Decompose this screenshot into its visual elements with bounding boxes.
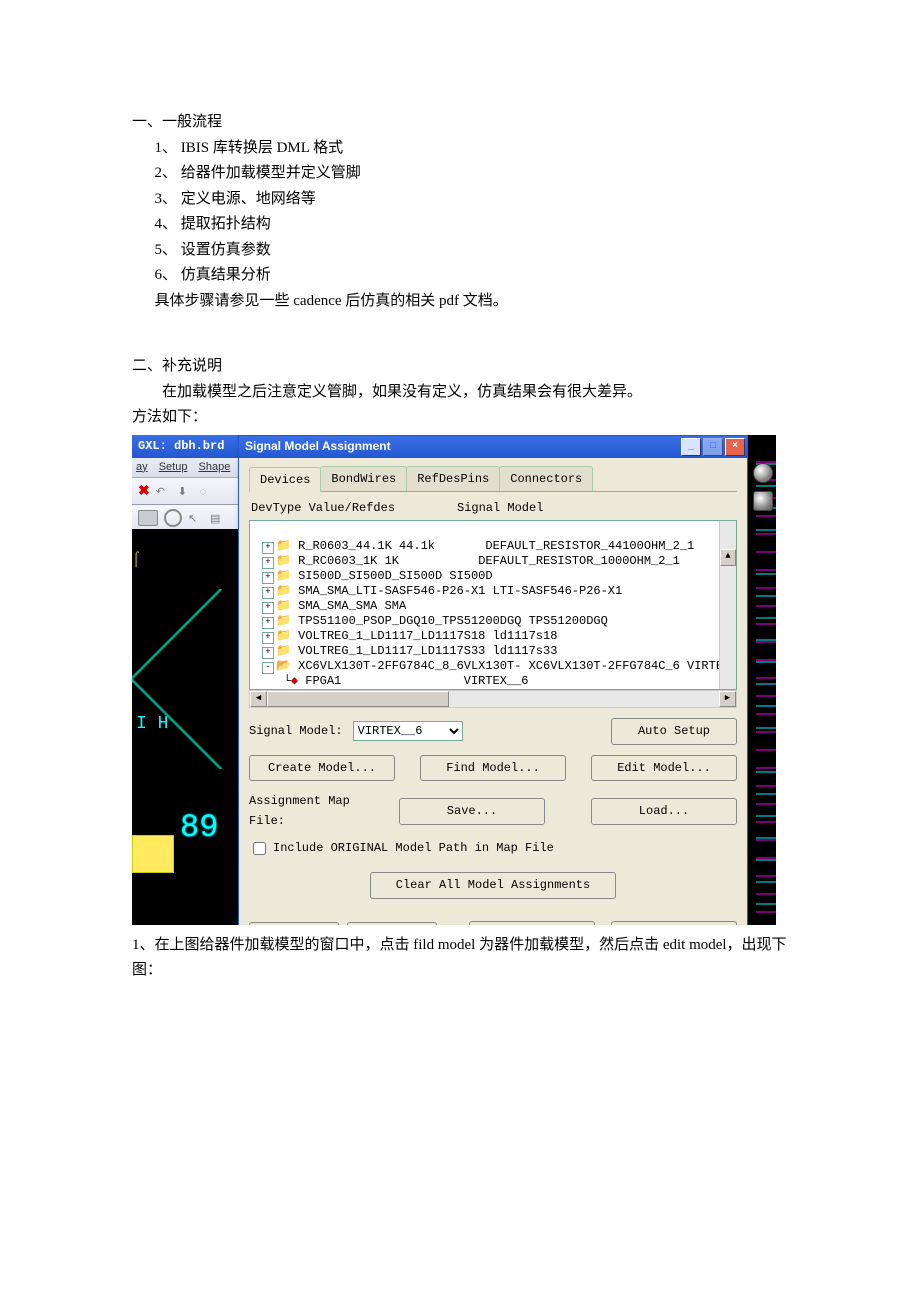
close-icon[interactable]: ✖ bbox=[138, 479, 150, 503]
toolbar-icon[interactable]: ↶ bbox=[156, 483, 172, 499]
device-tree[interactable]: +📁 R_R0603_44.1K 44.1k DEFAULT_RESISTOR_… bbox=[249, 520, 737, 690]
toolbar-icon[interactable]: ◌ bbox=[200, 483, 216, 499]
scroll-up-icon[interactable]: ▲ bbox=[720, 549, 736, 566]
checkbox-label: Include ORIGINAL Model Path in Map File bbox=[273, 838, 554, 858]
cancel-button[interactable]: Cancel bbox=[347, 922, 437, 925]
dialog-titlebar[interactable]: Signal Model Assignment _ □ × bbox=[239, 436, 747, 458]
help-button[interactable]: Help bbox=[611, 921, 737, 925]
heading-2: 二、补充说明 bbox=[132, 354, 790, 380]
canvas-component bbox=[132, 835, 174, 873]
tab-bar: Devices BondWires RefDesPins Connectors bbox=[249, 466, 737, 492]
cursor-icon[interactable]: ↖ bbox=[188, 510, 204, 526]
paragraph: 方法如下： bbox=[132, 405, 790, 431]
column-headers: DevType Value/Refdes Signal Model bbox=[251, 498, 737, 518]
tab-devices[interactable]: Devices bbox=[249, 467, 321, 492]
list-item: 6、 仿真结果分析 bbox=[132, 263, 790, 289]
info-icon[interactable] bbox=[753, 463, 773, 483]
embedded-screenshot: GXL: dbh.brd ay Setup Shape L ✖ ↶ ⬇ ◌ ↖ … bbox=[132, 435, 776, 925]
menu-item[interactable]: Setup bbox=[159, 461, 188, 473]
edit-model-button[interactable]: Edit Model... bbox=[591, 755, 737, 781]
cadence-app-window: GXL: dbh.brd ay Setup Shape L ✖ ↶ ⬇ ◌ ↖ … bbox=[132, 435, 776, 925]
rect-tool-icon[interactable] bbox=[138, 510, 158, 526]
toolbar-icon[interactable]: ⬇ bbox=[178, 483, 194, 499]
tab-bondwires[interactable]: BondWires bbox=[320, 466, 407, 491]
scroll-left-icon[interactable]: ◀ bbox=[250, 691, 267, 707]
close-icon[interactable]: × bbox=[725, 438, 745, 456]
canvas-text: 89 bbox=[180, 801, 218, 855]
list-item: 1、 IBIS 库转换层 DML 格式 bbox=[132, 136, 790, 162]
tab-connectors[interactable]: Connectors bbox=[499, 466, 593, 491]
clear-all-button[interactable]: Clear All Model Assignments bbox=[370, 872, 616, 898]
list-item: 3、 定义电源、地网络等 bbox=[132, 187, 790, 213]
vertical-scrollbar[interactable]: ▲ bbox=[719, 521, 736, 689]
menu-item[interactable]: Shape bbox=[199, 461, 231, 473]
create-model-button[interactable]: Create Model... bbox=[249, 755, 395, 781]
minimize-icon[interactable]: _ bbox=[681, 438, 701, 456]
document-body: 一、一般流程 1、 IBIS 库转换层 DML 格式 2、 给器件加载模型并定义… bbox=[0, 0, 920, 1024]
tab-refdespins[interactable]: RefDesPins bbox=[406, 466, 500, 491]
maximize-icon: □ bbox=[703, 438, 723, 456]
right-toolbar bbox=[746, 435, 776, 925]
signal-model-assignment-dialog: Signal Model Assignment _ □ × Devices Bo… bbox=[238, 435, 748, 925]
horizontal-scrollbar[interactable]: ◀ ▶ bbox=[249, 690, 737, 708]
checkbox-input[interactable] bbox=[253, 842, 266, 855]
dialog-title: Signal Model Assignment bbox=[245, 436, 391, 456]
heading-1: 一、一般流程 bbox=[132, 110, 790, 136]
canvas-glyph: I H bbox=[136, 709, 168, 740]
auto-setup-button[interactable]: Auto Setup bbox=[611, 718, 737, 744]
camera-icon[interactable] bbox=[753, 491, 773, 511]
circle-tool-icon[interactable] bbox=[164, 509, 182, 527]
scroll-right-icon[interactable]: ▶ bbox=[719, 691, 736, 707]
header-signal-model: Signal Model bbox=[457, 498, 543, 518]
ok-button[interactable]: OK bbox=[249, 922, 339, 925]
scroll-thumb[interactable] bbox=[267, 691, 449, 707]
load-button[interactable]: Load... bbox=[591, 798, 737, 824]
canvas-glyph: ⌠ bbox=[132, 549, 140, 573]
paragraph: 在加载模型之后注意定义管脚，如果没有定义，仿真结果会有很大差异。 bbox=[132, 380, 790, 406]
find-model-button[interactable]: Find Model... bbox=[420, 755, 566, 781]
list-item: 2、 给器件加载模型并定义管脚 bbox=[132, 161, 790, 187]
list-item: 5、 设置仿真参数 bbox=[132, 238, 790, 264]
list-item: 4、 提取拓扑结构 bbox=[132, 212, 790, 238]
include-path-checkbox[interactable]: Include ORIGINAL Model Path in Map File bbox=[249, 838, 737, 858]
pcb-canvas[interactable]: ⌠ I H 89 bbox=[132, 529, 244, 925]
map-file-label: Assignment Map File: bbox=[249, 791, 374, 832]
paragraph: 具体步骤请参见一些 cadence 后仿真的相关 pdf 文档。 bbox=[132, 289, 790, 315]
paragraph: 1、在上图给器件加载模型的窗口中，点击 fild model 为器件加载模型，然… bbox=[132, 933, 790, 984]
preferences-button[interactable]: Preferences... bbox=[469, 921, 595, 925]
menu-item[interactable]: ay bbox=[136, 461, 148, 473]
header-devtype: DevType Value/Refdes bbox=[251, 498, 457, 518]
signal-model-select[interactable]: VIRTEX__6 bbox=[353, 721, 463, 741]
layers-icon[interactable]: ▤ bbox=[210, 510, 226, 526]
signal-model-label: Signal Model: bbox=[249, 721, 343, 741]
save-button[interactable]: Save... bbox=[399, 798, 545, 824]
